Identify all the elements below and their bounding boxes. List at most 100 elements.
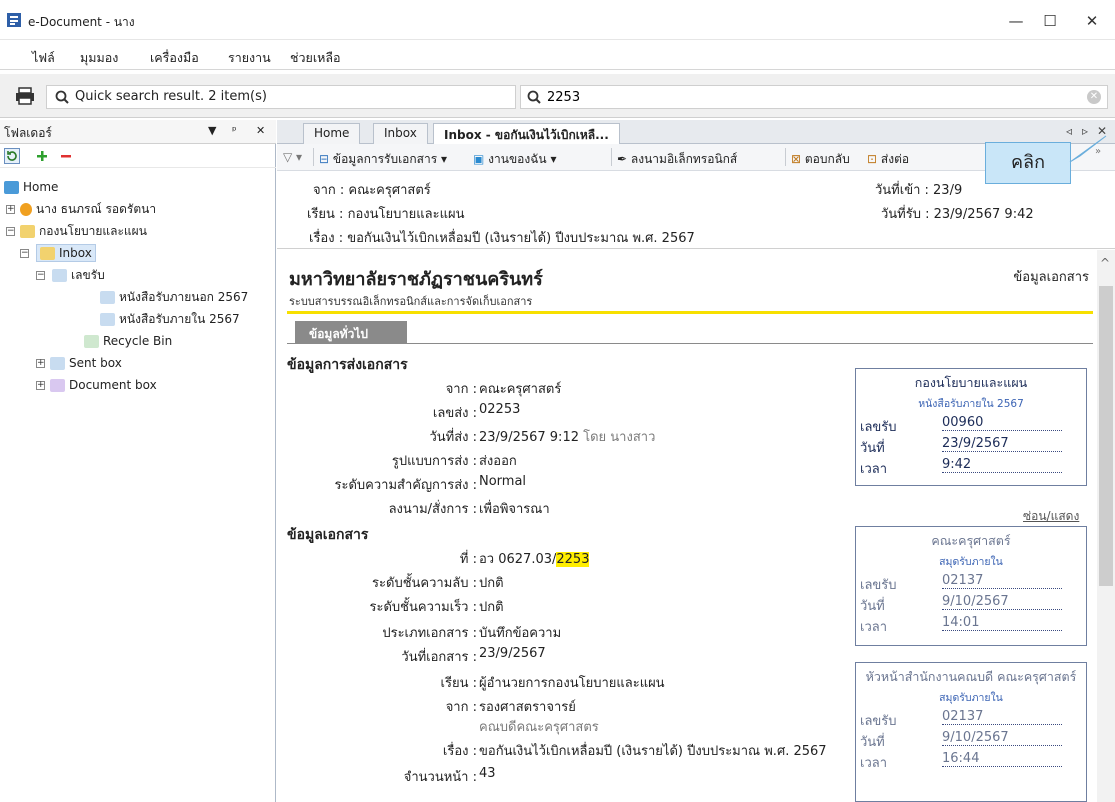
title-bar: e-Document - นาง — ☐ ✕ xyxy=(0,0,1115,40)
quick-search-label: Quick search result. 2 item(s) xyxy=(75,89,267,104)
header-from: จาก : คณะครุศาสตร์ xyxy=(313,183,431,198)
menu-file[interactable]: ไฟล์ xyxy=(32,48,55,68)
receipt-box-row-time: เวลา 16:44 xyxy=(856,750,1086,771)
expand-icon[interactable]: + xyxy=(36,359,45,368)
tree-item-policy-dept[interactable]: กองนโยบายและแผน xyxy=(20,222,147,240)
filter-dropdown-icon[interactable]: ▽ ▾ xyxy=(283,150,302,164)
folder-icon xyxy=(52,268,67,282)
app-icon xyxy=(7,13,21,27)
yellow-divider xyxy=(287,311,1093,314)
content-pane: Home Inbox Inbox - ขอกันเงินไว้เบิกเหลื.… xyxy=(277,120,1115,802)
receipt-box-row-no: เลขรับ 02137 xyxy=(856,572,1086,593)
clear-search-icon[interactable]: ✕ xyxy=(1087,90,1101,104)
collapse-icon[interactable]: − xyxy=(20,249,29,258)
pen-icon: ✒ xyxy=(617,152,628,166)
header-date-received: วันที่รับ : 23/9/2567 9:42 xyxy=(881,207,1034,222)
quick-search-result[interactable]: Quick search result. 2 item(s) ↻ xyxy=(46,85,537,109)
scroll-up-icon[interactable]: ^ xyxy=(1100,256,1110,270)
header-subject: เรื่อง : ขอกันเงินไว้เบิกเหลื่อมปี (เงิน… xyxy=(309,231,695,246)
receipt-box-row-no: เลขรับ 00960 xyxy=(856,414,1086,435)
callout-pointer xyxy=(1069,135,1107,163)
window-title: e-Document - นาง xyxy=(28,15,135,29)
refresh-folder-icon[interactable] xyxy=(4,148,20,164)
tab-bar: Home Inbox Inbox - ขอกันเงินไว้เบิกเหลื.… xyxy=(277,120,1115,144)
collapse-icon[interactable]: − xyxy=(6,227,15,236)
receipt-box-education: คณะครุศาสตร์ สมุดรับภายใน เลขรับ 02137 วั… xyxy=(855,526,1087,646)
hide-show-link[interactable]: ซ่อน/แสดง xyxy=(1023,507,1079,526)
forward-icon: ⊡ xyxy=(867,152,878,166)
receipt-box-title: หัวหน้าสำนักงานคณบดี คณะครุศาสตร์ xyxy=(865,669,1077,684)
receipt-box-row-time: เวลา 9:42 xyxy=(856,456,1086,477)
general-info-tab[interactable]: ข้อมูลทั่วไป xyxy=(295,321,407,343)
folder-pane: โฟลเดอร์ ▼ ᵖ ✕ Home + นาง ธนภรณ์ รอดรัตน… xyxy=(0,120,276,802)
receipt-box-sub: สมุดรับภายใน xyxy=(939,556,1003,568)
receipt-box-policy: กองนโยบายและแผน หนังสือรับภายใน 2567 เลข… xyxy=(855,368,1087,486)
user-icon xyxy=(20,202,32,216)
tree-item-received-no[interactable]: เลขรับ xyxy=(52,266,105,284)
tree-item-document-box[interactable]: Document box xyxy=(50,376,157,394)
pin-icon[interactable]: ᵖ xyxy=(232,124,237,137)
receive-icon: ⊟ xyxy=(319,152,330,166)
tab-inbox[interactable]: Inbox xyxy=(373,123,428,144)
work-icon: ▣ xyxy=(473,152,485,166)
chevron-down-icon[interactable]: ▼ xyxy=(208,124,216,137)
receipt-box-sub: หนังสือรับภายใน 2567 xyxy=(918,398,1024,410)
menu-bar: ไฟล์ มุมมอง เครื่องมือ รายงาน ช่วยเหลือ xyxy=(0,40,1115,70)
tree-item-external-2567[interactable]: หนังสือรับภายนอก 2567 xyxy=(100,288,248,306)
receipt-box-row-time: เวลา 14:01 xyxy=(856,614,1086,635)
menu-view[interactable]: มุมมอง xyxy=(80,48,118,68)
tab-home[interactable]: Home xyxy=(303,123,361,144)
folder-icon xyxy=(50,356,65,370)
receipt-box-row-no: เลขรับ 02137 xyxy=(856,708,1086,729)
search-bar: Quick search result. 2 item(s) ↻ ✕ xyxy=(0,74,1115,118)
reply-icon: ⊠ xyxy=(791,152,802,166)
collapse-icon[interactable]: − xyxy=(36,271,45,280)
menu-tools[interactable]: เครื่องมือ xyxy=(150,48,199,68)
menu-help[interactable]: ช่วยเหลือ xyxy=(290,48,341,68)
forward-button[interactable]: ⊡ ส่งต่อ xyxy=(867,150,909,169)
folder-pane-title: โฟลเดอร์ xyxy=(4,126,52,140)
expand-icon[interactable]: + xyxy=(6,205,15,214)
document-info-label: ข้อมูลเอกสาร xyxy=(1013,270,1089,285)
click-callout: คลิก xyxy=(985,142,1071,184)
remove-folder-icon[interactable] xyxy=(60,150,72,162)
tab-divider xyxy=(287,343,1093,344)
menu-report[interactable]: รายงาน xyxy=(228,48,271,68)
reply-button[interactable]: ⊠ ตอบกลับ xyxy=(791,150,850,169)
print-icon[interactable] xyxy=(10,85,40,107)
receipt-box-sub: สมุดรับภายใน xyxy=(939,692,1003,704)
home-icon xyxy=(4,180,19,194)
search-input[interactable] xyxy=(547,88,1077,106)
close-window-button[interactable]: ✕ xyxy=(1072,8,1112,34)
my-work-button[interactable]: ▣ งานของฉัน ▾ xyxy=(473,150,556,169)
folder-toolbar xyxy=(0,144,276,168)
header-to: เรียน : กองนโยบายและแผน xyxy=(307,207,465,222)
search-icon xyxy=(527,90,541,104)
e-sign-button[interactable]: ✒ ลงนามอิเล็กทรอนิกส์ xyxy=(617,150,737,169)
search-highlight: 2253 xyxy=(556,552,590,567)
recycle-bin-icon xyxy=(84,334,99,348)
folder-icon xyxy=(100,290,115,304)
tree-item-internal-2567[interactable]: หนังสือรับภายใน 2567 xyxy=(100,310,240,328)
system-name: ระบบสารบรรณอิเล็กทรอนิกส์และการจัดเก็บเอ… xyxy=(289,295,533,308)
receipt-box-title: คณะครุศาสตร์ xyxy=(931,533,1011,548)
vertical-scrollbar[interactable]: ^ xyxy=(1097,250,1115,802)
folder-pane-header: โฟลเดอร์ ▼ ᵖ ✕ xyxy=(0,120,276,144)
tree-item-sent-box[interactable]: Sent box xyxy=(50,354,122,372)
add-folder-icon[interactable] xyxy=(36,150,48,162)
tab-inbox-document[interactable]: Inbox - ขอกันเงินไว้เบิกเหลื... xyxy=(433,123,620,144)
folder-icon xyxy=(100,312,115,326)
tree-item-home[interactable]: Home xyxy=(4,178,58,196)
folder-icon xyxy=(20,224,35,238)
tree-item-recycle-bin[interactable]: Recycle Bin xyxy=(84,332,172,350)
expand-icon[interactable]: + xyxy=(36,381,45,390)
search-icon xyxy=(55,90,69,104)
university-title: มหาวิทยาลัยราชภัฏราชนครินทร์ xyxy=(289,269,543,290)
tree-item-inbox[interactable]: Inbox xyxy=(36,244,96,262)
receive-info-button[interactable]: ⊟ ข้อมูลการรับเอกสาร ▾ xyxy=(319,150,447,169)
doc-section-title: ข้อมูลเอกสาร xyxy=(287,527,369,543)
close-pane-icon[interactable]: ✕ xyxy=(256,124,265,137)
scrollbar-thumb[interactable] xyxy=(1099,286,1113,586)
tree-item-user[interactable]: นาง ธนภรณ์ รอดรัตนา xyxy=(20,200,156,218)
maximize-button[interactable]: ☐ xyxy=(1030,8,1070,34)
